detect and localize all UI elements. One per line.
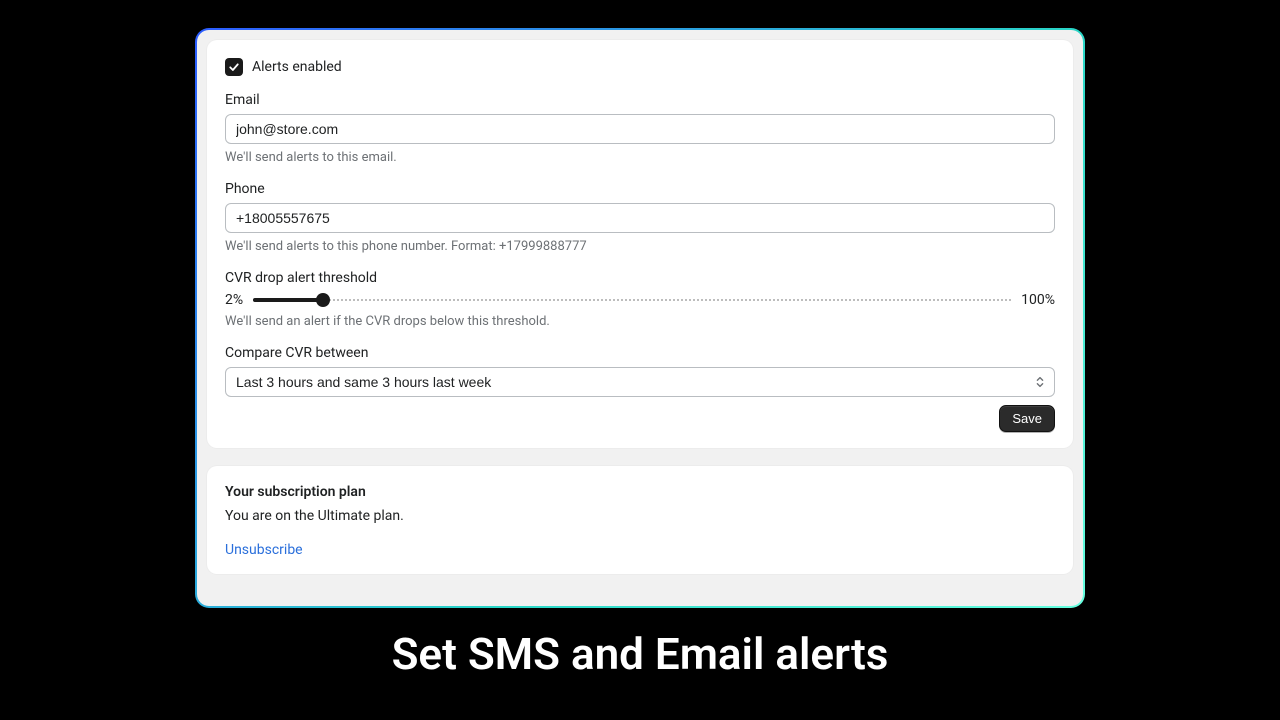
slider-thumb[interactable]: [316, 293, 330, 307]
slider-fill: [253, 298, 323, 302]
alerts-card: Alerts enabled Email We'll send alerts t…: [207, 40, 1073, 448]
save-row: Save: [225, 405, 1055, 432]
alerts-enabled-checkbox[interactable]: [225, 58, 243, 76]
threshold-field-group: CVR drop alert threshold 2% 100% We'll s…: [225, 270, 1055, 329]
phone-help-text: We'll send alerts to this phone number. …: [225, 239, 1055, 254]
compare-field-group: Compare CVR between Last 3 hours and sam…: [225, 345, 1055, 397]
caption-text: Set SMS and Email alerts: [0, 630, 1280, 678]
unsubscribe-link[interactable]: Unsubscribe: [225, 542, 303, 558]
settings-panel-frame: Alerts enabled Email We'll send alerts t…: [195, 28, 1085, 608]
subscription-card: Your subscription plan You are on the Ul…: [207, 466, 1073, 574]
threshold-min-label: 2%: [225, 292, 243, 308]
phone-field-group: Phone We'll send alerts to this phone nu…: [225, 181, 1055, 254]
compare-select-wrap: Last 3 hours and same 3 hours last week: [225, 367, 1055, 397]
alerts-enabled-row: Alerts enabled: [225, 58, 1055, 76]
threshold-max-label: 100%: [1021, 292, 1055, 308]
phone-input[interactable]: [225, 203, 1055, 233]
email-label: Email: [225, 92, 1055, 108]
settings-panel: Alerts enabled Email We'll send alerts t…: [197, 30, 1083, 606]
threshold-label: CVR drop alert threshold: [225, 270, 1055, 286]
subscription-title: Your subscription plan: [225, 484, 1055, 500]
email-field-group: Email We'll send alerts to this email.: [225, 92, 1055, 165]
phone-label: Phone: [225, 181, 1055, 197]
check-icon: [228, 61, 240, 73]
threshold-slider-wrap: 2% 100%: [225, 292, 1055, 308]
threshold-slider[interactable]: [253, 293, 1011, 307]
compare-label: Compare CVR between: [225, 345, 1055, 361]
subscription-text: You are on the Ultimate plan.: [225, 508, 1055, 524]
email-help-text: We'll send alerts to this email.: [225, 150, 1055, 165]
alerts-enabled-label: Alerts enabled: [252, 59, 342, 75]
compare-select[interactable]: Last 3 hours and same 3 hours last week: [225, 367, 1055, 397]
save-button[interactable]: Save: [999, 405, 1055, 432]
threshold-help-text: We'll send an alert if the CVR drops bel…: [225, 314, 1055, 329]
email-input[interactable]: [225, 114, 1055, 144]
slider-rail: [253, 299, 1011, 301]
